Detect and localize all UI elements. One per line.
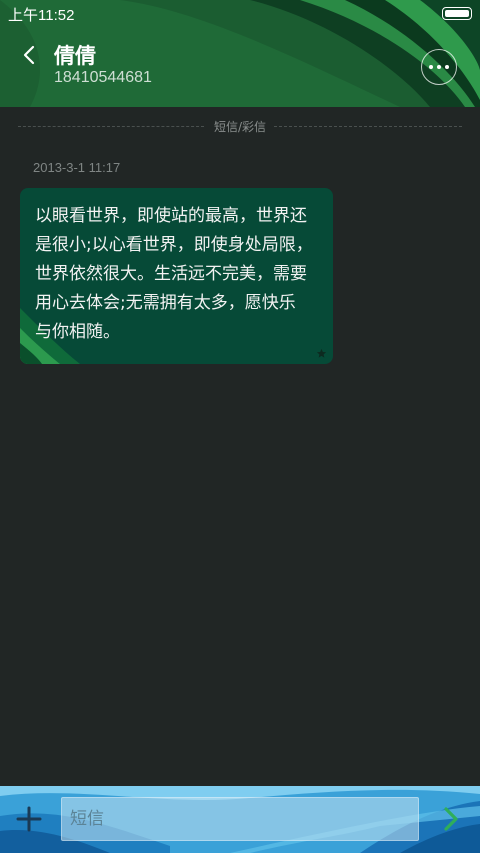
plus-icon	[16, 806, 42, 832]
conversation-header: 上午11:52 倩倩 18410544681	[0, 0, 480, 107]
send-button[interactable]	[438, 804, 464, 834]
message-text: 以眼看世界，即使站的最高，世界还 是很小;以心看世界，即使身处局限， 世界依然很…	[35, 206, 313, 342]
message-type-divider: 短信/彩信	[18, 118, 462, 136]
compose-bar	[0, 786, 480, 853]
status-bar: 上午11:52	[0, 0, 480, 28]
received-message-bubble[interactable]: 以眼看世界，即使站的最高，世界还 是很小;以心看世界，即使身处局限， 世界依然很…	[20, 188, 333, 364]
more-options-button[interactable]	[421, 49, 457, 85]
status-time: 上午11:52	[8, 7, 75, 24]
battery-icon	[442, 7, 472, 20]
more-dot	[437, 65, 441, 69]
chevron-left-icon	[23, 45, 35, 65]
back-button[interactable]	[14, 40, 44, 70]
more-dots-icon	[429, 65, 433, 69]
message-timestamp: 2013-3-1 11:17	[33, 160, 121, 175]
star-icon	[316, 348, 327, 358]
send-chevron-icon	[444, 807, 458, 831]
contact-phone-number: 18410544681	[54, 69, 152, 86]
add-attachment-button[interactable]	[14, 804, 44, 834]
more-dot	[445, 65, 449, 69]
contact-name: 倩倩	[54, 44, 96, 68]
sms-conversation-screen: 上午11:52 倩倩 18410544681 短信/彩信 2013-3-1 11…	[0, 0, 480, 853]
divider-line-right	[274, 126, 462, 127]
sms-text-input[interactable]	[61, 797, 419, 841]
